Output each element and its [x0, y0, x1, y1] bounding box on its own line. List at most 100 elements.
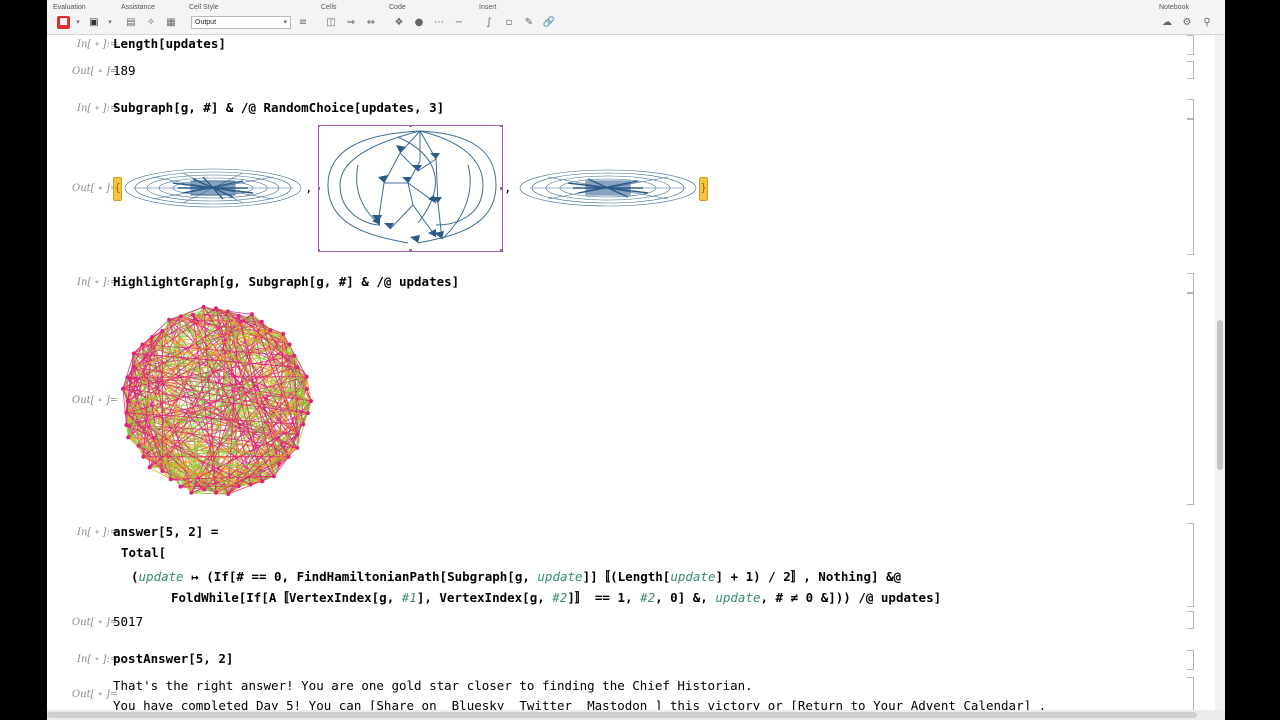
notebook-toolbar: Evaluation ■ ▾ ▣ ▾ Assistance ▤ ✧ ▦ Cell…	[47, 0, 1225, 35]
graph-vertex	[160, 468, 165, 473]
graph-vertex	[136, 443, 141, 448]
list-close-brace: }	[699, 177, 708, 201]
notebook-window: Evaluation ■ ▾ ▣ ▾ Assistance ▤ ✧ ▦ Cell…	[47, 0, 1225, 720]
graph-vertex	[167, 317, 172, 322]
input-cell-answer-line-2[interactable]: Total[	[121, 545, 166, 560]
code-variable: update	[138, 569, 184, 584]
toolbar-label-code: Code	[389, 4, 406, 11]
output-label: Out[ ∘ ]=	[72, 617, 119, 628]
code-token: ]〛 == 1,	[567, 590, 641, 605]
input-cell-answer-line-3[interactable]: (update ↦ (If[# == 0, FindHamiltonianPat…	[131, 566, 901, 585]
insert-integral-icon[interactable]: ∫	[481, 15, 497, 29]
graph-vertex	[236, 484, 241, 489]
output-label: Out[ ∘ ]=	[72, 689, 119, 700]
code-token: (	[131, 569, 139, 584]
abort-evaluation-icon[interactable]: ■	[57, 15, 70, 29]
input-cell-postanswer[interactable]: postAnswer[5, 2]	[113, 651, 233, 666]
vertical-scrollbar-thumb[interactable]	[1217, 320, 1223, 470]
cell-style-value: Output	[195, 18, 217, 26]
code-run-icon[interactable]: ●	[411, 15, 427, 29]
graph-vertex	[301, 422, 306, 427]
graph-vertex	[248, 482, 253, 487]
assistant-panel-icon[interactable]: ▤	[123, 15, 139, 29]
cell-style-list-icon[interactable]: ≡	[295, 15, 311, 29]
code-token: ]]〚(Length[	[582, 569, 671, 584]
documentation-icon[interactable]: ▦	[163, 15, 179, 29]
search-icon[interactable]: ⚲	[1199, 15, 1215, 29]
code-token: FoldWhile[If[A〚VertexIndex[g,	[171, 590, 402, 605]
code-slot: #2	[552, 590, 568, 605]
subgraph-output-1[interactable]	[123, 163, 303, 213]
chevron-down-icon[interactable]: ▾	[106, 15, 114, 29]
code-variable: update	[715, 590, 761, 605]
graph-vertex	[286, 454, 291, 459]
cloud-upload-icon[interactable]: ☁	[1159, 15, 1175, 29]
output-cell-answer: 5017	[113, 614, 144, 629]
graph-vertex	[214, 306, 218, 311]
horizontal-scrollbar-thumb[interactable]	[47, 712, 1197, 718]
graph-vertex	[292, 353, 297, 358]
list-comma: ,	[305, 180, 313, 195]
code-slot: #1	[401, 590, 417, 605]
code-more-icon[interactable]: ⋯	[431, 15, 447, 29]
input-cell-answer-line-1[interactable]: answer[5, 2] =	[113, 524, 218, 539]
cell-bracket[interactable]	[1187, 650, 1194, 670]
graph-vertex	[226, 492, 231, 497]
graph-vertex	[259, 319, 264, 324]
input-cell-subgraph[interactable]: Subgraph[g, #] & /@ RandomChoice[updates…	[113, 100, 444, 115]
subgraph-output-3[interactable]	[518, 165, 698, 211]
suggestions-icon[interactable]: ✧	[143, 15, 159, 29]
toolbar-label-notebook: Notebook	[1159, 4, 1189, 11]
cell-bracket[interactable]	[1187, 99, 1194, 119]
graph-vertex	[304, 374, 309, 379]
graph-vertex	[124, 410, 129, 415]
evaluate-cells-icon[interactable]: ▣	[86, 15, 102, 29]
input-cell-answer-line-4[interactable]: FoldWhile[If[A〚VertexIndex[g, #1], Verte…	[171, 587, 941, 606]
cell-bracket[interactable]	[1187, 119, 1194, 255]
graph-vertex	[168, 477, 173, 482]
output-label: Out[ ∘ ]=	[72, 66, 119, 77]
list-comma: ,	[504, 180, 512, 195]
cell-style-select[interactable]: Output ▾	[191, 15, 291, 29]
graph-vertex	[140, 342, 145, 347]
insert-drawing-icon[interactable]: ✎	[521, 15, 537, 29]
subgraph-output-2[interactable]	[318, 125, 503, 252]
graph-vertex	[141, 454, 146, 459]
graph-vertex	[125, 375, 130, 380]
chevron-down-icon[interactable]: ▾	[74, 15, 82, 29]
cell-bracket[interactable]	[1187, 61, 1194, 79]
graph-vertex	[304, 387, 309, 392]
cell-bracket[interactable]	[1187, 677, 1194, 712]
cell-bracket[interactable]	[1187, 523, 1194, 607]
toolbar-label-insert: Insert	[479, 4, 497, 11]
insert-link-icon[interactable]: 🔗	[541, 15, 557, 29]
code-dash-icon[interactable]: −	[451, 15, 467, 29]
graph-vertex	[295, 365, 300, 370]
graph-vertex	[287, 342, 292, 347]
cell-merge-icon[interactable]: ⇒	[343, 15, 359, 29]
settings-icon[interactable]: ⚙	[1179, 15, 1195, 29]
cell-bracket[interactable]	[1187, 35, 1194, 55]
input-cell-highlightgraph[interactable]: HighlightGraph[g, Subgraph[g, #] & /@ up…	[113, 274, 459, 289]
cell-bracket[interactable]	[1187, 293, 1194, 505]
insert-fraction-icon[interactable]: ▫	[501, 15, 517, 29]
toolbar-label-cells: Cells	[321, 4, 337, 11]
graph-vertex	[260, 479, 265, 484]
graph-edge	[215, 456, 289, 493]
graph-vertex	[178, 314, 183, 319]
cell-group-icon[interactable]: ◫	[323, 15, 339, 29]
code-slot: #2	[640, 590, 656, 605]
highlighted-graph-output[interactable]	[116, 301, 316, 501]
cell-split-icon[interactable]: ⇔	[363, 15, 379, 29]
code-token: ] + 1) / 2〛, Nothing] &@	[715, 569, 902, 584]
code-format-icon[interactable]: ❖	[391, 15, 407, 29]
graph-edge	[127, 376, 307, 378]
cell-bracket[interactable]	[1187, 273, 1194, 293]
graph-vertex	[131, 364, 136, 369]
toolbar-label-assistance: Assistance	[121, 4, 155, 11]
input-cell-length[interactable]: Length[updates]	[113, 36, 226, 51]
notebook-content[interactable]: In[ ∘ ]:= Length[updates] Out[ ∘ ]= 189 …	[47, 35, 1225, 713]
graph-vertex	[277, 462, 282, 467]
graph-edge	[180, 485, 239, 488]
cell-bracket[interactable]	[1187, 611, 1194, 629]
